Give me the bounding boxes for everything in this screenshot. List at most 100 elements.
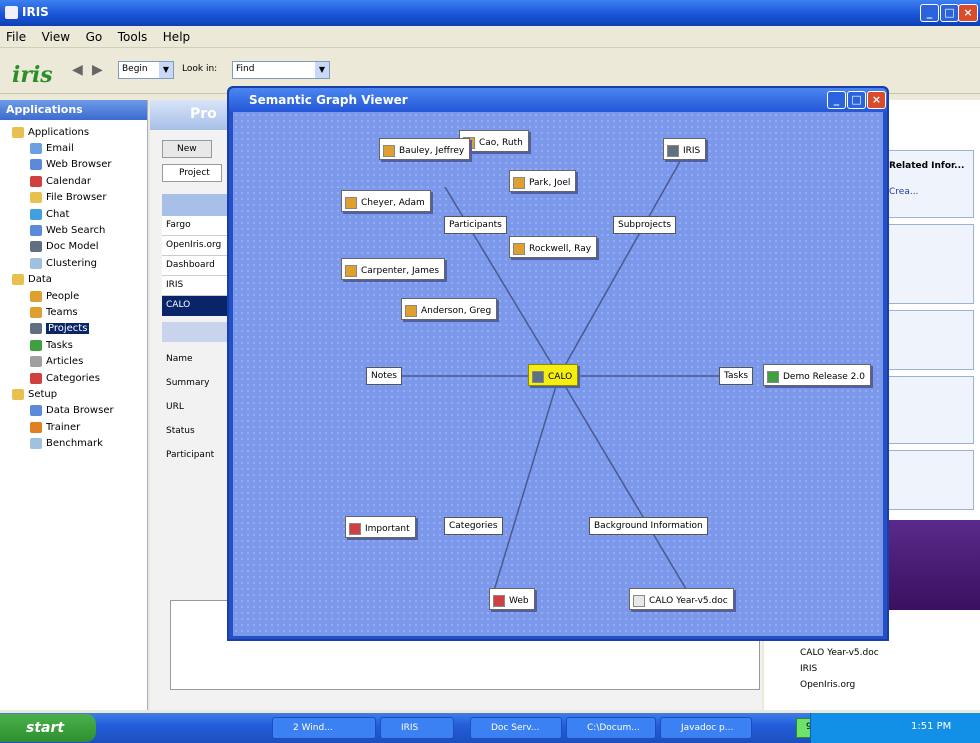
node-category[interactable]: Important [345,516,416,538]
sidebar-item[interactable]: Chat [4,206,147,222]
table-row[interactable]: Fargo [162,216,230,236]
forward-button[interactable]: ▶ [92,62,103,78]
menu-go[interactable]: Go [80,26,109,44]
node-label: Important [365,524,410,534]
sidebar-item-label: Clustering [46,257,97,269]
sidebar-item[interactable]: Email [4,140,147,156]
chevron-down-icon[interactable]: ▼ [159,62,173,78]
sidebar-item[interactable]: Benchmark [4,435,147,451]
node-person[interactable]: Rockwell, Ray [509,236,598,258]
sidebar-item-label: Doc Model [46,241,99,253]
relation-categories[interactable]: Categories [444,517,503,535]
minimize-icon[interactable]: _ [827,91,846,109]
table-row[interactable]: IRIS [162,276,230,296]
node-label: Carpenter, James [361,266,440,276]
item-icon [30,143,42,155]
item-icon [30,372,42,384]
person-icon [513,243,525,255]
node-calo-center[interactable]: CALO [528,364,579,386]
node-category[interactable]: Web [489,588,535,610]
sidebar-item[interactable]: Web Search [4,222,147,238]
applications-tree: Applications Email Web Browser Calendar File… [0,120,147,452]
sidebar-item[interactable]: File Browser [4,190,147,206]
sidebar-item[interactable]: Setup [4,386,147,402]
node-person[interactable]: Cheyer, Adam [341,190,431,212]
node-label: Park, Joel [529,178,571,188]
list-item[interactable]: CALO Year-v5.doc [800,648,879,658]
table-row[interactable]: Dashboard [162,256,230,276]
node-label: Rockwell, Ray [529,244,592,254]
sidebar-item[interactable]: Data [4,272,147,288]
node-person[interactable]: Anderson, Greg [401,298,498,320]
relation-notes[interactable]: Notes [366,367,402,385]
person-icon [383,145,395,157]
begin-combo[interactable]: Begin ▼ [118,61,174,79]
node-project[interactable]: IRIS [663,138,707,160]
sidebar-item[interactable]: Articles [4,353,147,369]
begin-combo-value: Begin [122,64,148,74]
relation-background-information[interactable]: Background Information [589,517,708,535]
item-icon [12,388,24,400]
category-icon [349,523,361,535]
sidebar-item[interactable]: Clustering [4,255,147,271]
node-person[interactable]: Park, Joel [509,170,577,192]
maximize-icon[interactable]: □ [847,91,866,109]
menu-tools[interactable]: Tools [112,26,154,44]
sidebar-item[interactable]: Projects [4,321,147,337]
list-item[interactable]: IRIS [800,664,817,674]
sidebar-item[interactable]: Web Browser [4,157,147,173]
table-row-selected[interactable]: CALO [162,296,230,316]
relation-participants[interactable]: Participants [444,216,507,234]
taskbar-item[interactable]: Javadoc p... [660,717,752,739]
sidebar-item[interactable]: Doc Model [4,239,147,255]
taskbar-item[interactable]: IRIS [380,717,454,739]
sidebar-item[interactable]: Applications [4,124,147,140]
node-label: Anderson, Greg [421,306,492,316]
node-label: Bauley, Jeffrey [399,146,465,156]
new-button[interactable]: New [162,140,212,158]
field-name: Name [166,354,193,364]
graph-canvas[interactable]: Participants Subprojects Notes Tasks Cat… [233,112,883,636]
related-info-title: Related Infor... [889,161,965,171]
sidebar-item[interactable]: Trainer [4,419,147,435]
menu-help[interactable]: Help [157,26,196,44]
item-icon [30,175,42,187]
node-person[interactable]: Carpenter, James [341,258,446,280]
close-icon[interactable]: × [958,4,978,22]
sidebar-item-label: Data [28,274,52,286]
sidebar-item-label: Categories [46,372,100,384]
taskbar-item[interactable]: Doc Serv... [470,717,562,739]
person-icon [513,177,525,189]
maximize-icon[interactable]: □ [940,4,959,22]
minimize-icon[interactable]: _ [920,4,939,22]
taskbar-item[interactable]: 2 Wind... [272,717,376,739]
sidebar-item[interactable]: Calendar [4,173,147,189]
graph-viewer-titlebar[interactable]: Semantic Graph Viewer _ □ × [229,88,887,112]
tab-project[interactable]: Project [162,164,222,182]
sidebar-item[interactable]: Tasks [4,337,147,353]
taskbar-item[interactable]: C:\Docum... [566,717,656,739]
relation-subprojects[interactable]: Subprojects [613,216,677,234]
start-button[interactable]: start [0,714,96,742]
applications-header: Applications [0,100,147,120]
sidebar-item[interactable]: People [4,288,147,304]
relation-tasks[interactable]: Tasks [719,367,754,385]
menu-file[interactable]: File [0,26,32,44]
node-document[interactable]: CALO Year-v5.doc [629,588,734,610]
node-person[interactable]: Bauley, Jeffrey [379,138,471,160]
chevron-down-icon[interactable]: ▼ [315,62,329,78]
related-info-link[interactable]: Crea... [889,187,918,197]
table-row[interactable]: OpenIris.org [162,236,230,256]
close-icon[interactable]: × [867,91,886,109]
menubar: File View Go Tools Help [0,26,980,48]
sidebar-item[interactable]: Data Browser [4,403,147,419]
node-label: Web [509,596,529,606]
node-task[interactable]: Demo Release 2.0 [763,364,871,386]
sidebar-item[interactable]: Categories [4,370,147,386]
sidebar-item[interactable]: Teams [4,304,147,320]
lookin-combo[interactable]: Find ▼ [232,61,330,79]
back-button[interactable]: ◀ [72,62,83,78]
list-item[interactable]: OpenIris.org [800,680,855,690]
item-icon [30,290,42,302]
menu-view[interactable]: View [36,26,76,44]
